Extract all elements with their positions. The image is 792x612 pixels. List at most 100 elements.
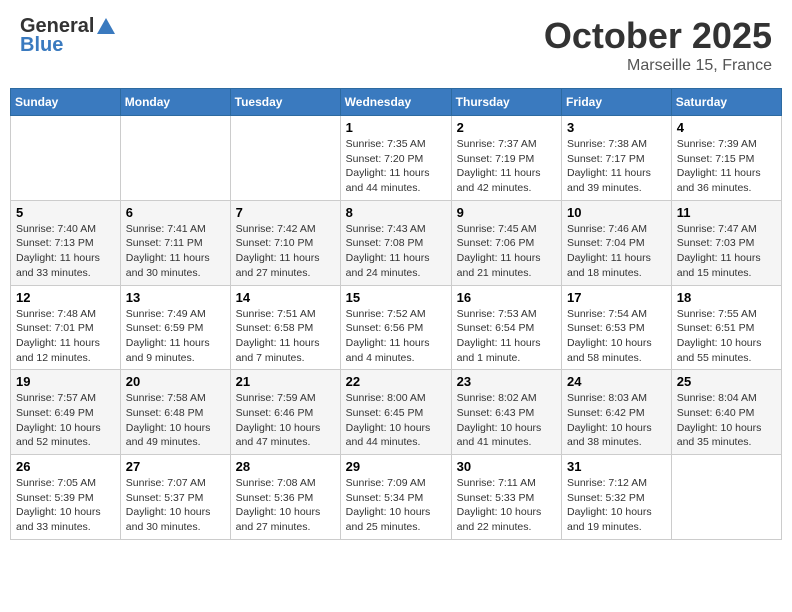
calendar-cell: 25 Sunrise: 8:04 AMSunset: 6:40 PMDayligh… (671, 370, 781, 455)
day-info: Sunrise: 7:52 AMSunset: 6:56 PMDaylight:… (346, 307, 446, 366)
day-number: 20 (126, 374, 225, 389)
logo-blue-text: Blue (20, 34, 63, 57)
day-info: Sunrise: 7:37 AMSunset: 7:19 PMDaylight:… (457, 137, 556, 196)
calendar-cell: 2 Sunrise: 7:37 AMSunset: 7:19 PMDaylight… (451, 116, 561, 201)
week-row-2: 5 Sunrise: 7:40 AMSunset: 7:13 PMDaylight… (11, 200, 782, 285)
day-number: 14 (236, 290, 335, 305)
calendar-cell: 24Sunrise: 8:03 AMSunset: 6:42 PMDayligh… (562, 370, 672, 455)
day-info: Sunrise: 7:39 AMSunset: 7:15 PMDaylight:… (677, 137, 776, 196)
month-title: October 2025 (544, 15, 772, 57)
calendar-cell: 8Sunrise: 7:43 AMSunset: 7:08 PMDaylight… (340, 200, 451, 285)
weekday-header-friday: Friday (562, 89, 672, 116)
calendar-cell: 26 Sunrise: 7:05 AMSunset: 5:39 PMDayligh… (11, 455, 121, 540)
day-info: Sunrise: 7:53 AMSunset: 6:54 PMDaylight:… (457, 307, 556, 366)
weekday-header-monday: Monday (120, 89, 230, 116)
calendar-cell: 31 Sunrise: 7:12 AMSunset: 5:32 PMDayligh… (562, 455, 672, 540)
day-info: Sunrise: 7:05 AMSunset: 5:39 PMDaylight:… (16, 476, 115, 535)
weekday-header-thursday: Thursday (451, 89, 561, 116)
day-number: 16 (457, 290, 556, 305)
day-info: Sunrise: 7:38 AMSunset: 7:17 PMDaylight:… (567, 137, 666, 196)
day-info: Sunrise: 7:46 AMSunset: 7:04 PMDaylight:… (567, 222, 666, 281)
day-number: 19 (16, 374, 115, 389)
calendar-cell: 17 Sunrise: 7:54 AMSunset: 6:53 PMDayligh… (562, 285, 672, 370)
week-row-5: 26 Sunrise: 7:05 AMSunset: 5:39 PMDayligh… (11, 455, 782, 540)
day-info: Sunrise: 7:48 AMSunset: 7:01 PMDaylight:… (16, 307, 115, 366)
day-number: 22 (346, 374, 446, 389)
logo: General Blue (20, 15, 115, 57)
logo-icon (97, 18, 115, 34)
day-info: Sunrise: 7:45 AMSunset: 7:06 PMDaylight:… (457, 222, 556, 281)
calendar-cell: 4 Sunrise: 7:39 AMSunset: 7:15 PMDaylight… (671, 116, 781, 201)
calendar-cell: 23Sunrise: 8:02 AMSunset: 6:43 PMDayligh… (451, 370, 561, 455)
calendar-cell: 21 Sunrise: 7:59 AMSunset: 6:46 PMDayligh… (230, 370, 340, 455)
day-info: Sunrise: 7:42 AMSunset: 7:10 PMDaylight:… (236, 222, 335, 281)
page-header: General Blue October 2025 Marseille 15, … (10, 10, 782, 80)
day-number: 6 (126, 205, 225, 220)
day-number: 31 (567, 459, 666, 474)
day-info: Sunrise: 7:57 AMSunset: 6:49 PMDaylight:… (16, 391, 115, 450)
calendar-cell: 18Sunrise: 7:55 AMSunset: 6:51 PMDayligh… (671, 285, 781, 370)
calendar-cell (671, 455, 781, 540)
day-number: 5 (16, 205, 115, 220)
calendar-cell: 22 Sunrise: 8:00 AMSunset: 6:45 PMDayligh… (340, 370, 451, 455)
day-number: 3 (567, 120, 666, 135)
calendar-cell (230, 116, 340, 201)
day-info: Sunrise: 7:59 AMSunset: 6:46 PMDaylight:… (236, 391, 335, 450)
day-number: 25 (677, 374, 776, 389)
day-number: 21 (236, 374, 335, 389)
day-info: Sunrise: 7:11 AMSunset: 5:33 PMDaylight:… (457, 476, 556, 535)
calendar-cell: 1 Sunrise: 7:35 AMSunset: 7:20 PMDaylight… (340, 116, 451, 201)
day-number: 26 (16, 459, 115, 474)
calendar-cell: 27 Sunrise: 7:07 AMSunset: 5:37 PMDayligh… (120, 455, 230, 540)
calendar-cell (120, 116, 230, 201)
location: Marseille 15, France (544, 57, 772, 75)
day-info: Sunrise: 8:03 AMSunset: 6:42 PMDaylight:… (567, 391, 666, 450)
calendar-cell: 13Sunrise: 7:49 AMSunset: 6:59 PMDayligh… (120, 285, 230, 370)
day-number: 13 (126, 290, 225, 305)
day-info: Sunrise: 7:07 AMSunset: 5:37 PMDaylight:… (126, 476, 225, 535)
weekday-header-tuesday: Tuesday (230, 89, 340, 116)
day-number: 17 (567, 290, 666, 305)
calendar-cell: 14 Sunrise: 7:51 AMSunset: 6:58 PMDayligh… (230, 285, 340, 370)
weekday-header-saturday: Saturday (671, 89, 781, 116)
day-number: 30 (457, 459, 556, 474)
day-info: Sunrise: 7:41 AMSunset: 7:11 PMDaylight:… (126, 222, 225, 281)
day-info: Sunrise: 8:00 AMSunset: 6:45 PMDaylight:… (346, 391, 446, 450)
calendar-cell: 10 Sunrise: 7:46 AMSunset: 7:04 PMDayligh… (562, 200, 672, 285)
day-number: 23 (457, 374, 556, 389)
day-number: 9 (457, 205, 556, 220)
calendar-cell: 15Sunrise: 7:52 AMSunset: 6:56 PMDayligh… (340, 285, 451, 370)
week-row-4: 19 Sunrise: 7:57 AMSunset: 6:49 PMDayligh… (11, 370, 782, 455)
day-number: 12 (16, 290, 115, 305)
day-info: Sunrise: 7:40 AMSunset: 7:13 PMDaylight:… (16, 222, 115, 281)
day-number: 11 (677, 205, 776, 220)
calendar-table: SundayMondayTuesdayWednesdayThursdayFrid… (10, 88, 782, 540)
day-number: 2 (457, 120, 556, 135)
day-info: Sunrise: 7:58 AMSunset: 6:48 PMDaylight:… (126, 391, 225, 450)
calendar-cell: 6 Sunrise: 7:41 AMSunset: 7:11 PMDaylight… (120, 200, 230, 285)
day-info: Sunrise: 8:04 AMSunset: 6:40 PMDaylight:… (677, 391, 776, 450)
calendar-cell: 11Sunrise: 7:47 AMSunset: 7:03 PMDayligh… (671, 200, 781, 285)
day-info: Sunrise: 7:09 AMSunset: 5:34 PMDaylight:… (346, 476, 446, 535)
calendar-cell: 20 Sunrise: 7:58 AMSunset: 6:48 PMDayligh… (120, 370, 230, 455)
calendar-cell: 30 Sunrise: 7:11 AMSunset: 5:33 PMDayligh… (451, 455, 561, 540)
day-number: 4 (677, 120, 776, 135)
day-info: Sunrise: 7:08 AMSunset: 5:36 PMDaylight:… (236, 476, 335, 535)
day-info: Sunrise: 7:54 AMSunset: 6:53 PMDaylight:… (567, 307, 666, 366)
weekday-header-sunday: Sunday (11, 89, 121, 116)
calendar-cell: 3 Sunrise: 7:38 AMSunset: 7:17 PMDaylight… (562, 116, 672, 201)
week-row-3: 12 Sunrise: 7:48 AMSunset: 7:01 PMDayligh… (11, 285, 782, 370)
day-number: 1 (346, 120, 446, 135)
day-info: Sunrise: 7:51 AMSunset: 6:58 PMDaylight:… (236, 307, 335, 366)
day-number: 7 (236, 205, 335, 220)
day-number: 10 (567, 205, 666, 220)
day-number: 29 (346, 459, 446, 474)
day-number: 27 (126, 459, 225, 474)
calendar-cell: 29 Sunrise: 7:09 AMSunset: 5:34 PMDayligh… (340, 455, 451, 540)
day-number: 18 (677, 290, 776, 305)
calendar-cell: 12 Sunrise: 7:48 AMSunset: 7:01 PMDayligh… (11, 285, 121, 370)
day-info: Sunrise: 7:35 AMSunset: 7:20 PMDaylight:… (346, 137, 446, 196)
day-info: Sunrise: 7:12 AMSunset: 5:32 PMDaylight:… (567, 476, 666, 535)
calendar-cell: 5 Sunrise: 7:40 AMSunset: 7:13 PMDaylight… (11, 200, 121, 285)
day-number: 8 (346, 205, 446, 220)
